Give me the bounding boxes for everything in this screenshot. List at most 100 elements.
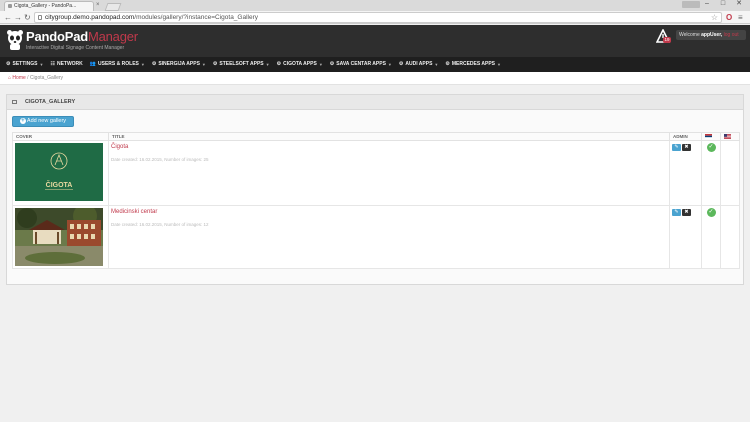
browser-tab[interactable]: Cigota_Gallery - PandoPa... xyxy=(4,1,94,11)
gallery-table: COVER TITLE ADMIN ČIGOTA Čigota Date cre… xyxy=(12,132,740,269)
breadcrumb-current: Cigota_Gallery xyxy=(29,75,64,81)
admin-cell: ✎ ✖ xyxy=(669,140,702,206)
delete-icon[interactable]: ✖ xyxy=(682,144,691,151)
browser-toolbar: ← → ↻ citygroup.demo.pandopad.com/module… xyxy=(0,11,750,24)
cigota-cover-image[interactable]: ČIGOTA xyxy=(15,143,103,201)
browser-menu-icon[interactable]: ≡ xyxy=(738,13,743,22)
nav-steelsoft-apps[interactable]: ⚙ STEELSOFT APPS ▼ xyxy=(213,57,270,72)
chevron-down-icon: ▼ xyxy=(265,62,270,67)
serbian-flag-icon xyxy=(705,134,712,140)
chevron-down-icon: ▼ xyxy=(434,62,439,67)
column-header-title: TITLE xyxy=(108,132,670,141)
welcome-label: Welcome xyxy=(679,32,702,38)
edit-icon[interactable]: ✎ xyxy=(672,144,681,151)
gallery-meta: Date created: 16.02.2015, Number of imag… xyxy=(111,157,209,162)
cover-cell xyxy=(12,205,109,269)
gallery-meta: Date created: 16.02.2015, Number of imag… xyxy=(111,222,209,227)
nav-cigota-apps[interactable]: ⚙ CIGOTA APPS ▼ xyxy=(277,57,323,72)
check-circle-icon[interactable]: ✓ xyxy=(706,143,716,152)
nav-users-roles[interactable]: 👥 USERS & ROLES ▼ xyxy=(90,57,145,72)
logo-subtitle: Interactive Digital Signage Content Mana… xyxy=(26,45,125,51)
gears-icon: ⚙ xyxy=(445,61,450,67)
medicinski-centar-cover-image[interactable] xyxy=(15,208,103,266)
edit-icon[interactable]: ✎ xyxy=(672,209,681,216)
pandopad-logo-icon[interactable] xyxy=(6,30,24,50)
cover-cell: ČIGOTA xyxy=(12,140,109,206)
gears-icon: ⚙ xyxy=(398,61,404,67)
forward-arrow-icon[interactable]: → xyxy=(14,13,22,22)
add-new-gallery-button[interactable]: + Add new gallery xyxy=(12,116,74,127)
nav-settings[interactable]: ⚙ SETTINGS ▼ xyxy=(6,57,43,72)
gears-icon: ⚙ xyxy=(329,61,335,67)
chevron-down-icon: ▼ xyxy=(387,62,392,67)
nav-sinergija-apps[interactable]: ⚙ SINERGIJA APPS ▼ xyxy=(152,57,206,72)
table-header-row: COVER TITLE ADMIN xyxy=(12,132,740,141)
username: appUser, xyxy=(701,32,723,38)
maximize-icon[interactable]: □ xyxy=(716,0,730,8)
cover-text: ČIGOTA xyxy=(46,180,73,189)
gears-icon: ⚙ xyxy=(276,61,282,67)
chevron-down-icon: ▼ xyxy=(497,62,501,67)
logout-link[interactable]: log out xyxy=(722,32,739,38)
gear-icon: ⚙ xyxy=(6,61,11,67)
back-arrow-icon[interactable]: ← xyxy=(4,13,12,22)
chevron-down-icon: ▼ xyxy=(318,62,323,67)
panel-header: CIGOTA_GALLERY xyxy=(7,95,743,110)
admin-cell: ✎ ✖ xyxy=(669,205,702,269)
close-window-icon[interactable]: ✕ xyxy=(732,0,746,8)
network-icon: ☷ xyxy=(50,61,55,67)
check-circle-icon[interactable]: ✓ xyxy=(706,208,716,217)
chevron-down-icon: ▼ xyxy=(39,62,44,67)
address-bar[interactable]: citygroup.demo.pandopad.com/modules/gall… xyxy=(34,12,722,23)
chevron-down-icon: ▼ xyxy=(201,62,206,67)
gallery-panel: CIGOTA_GALLERY + Add new gallery COVER TI… xyxy=(6,94,744,285)
delete-icon[interactable]: ✖ xyxy=(682,209,691,216)
gallery-title-link[interactable]: Medicinski centar xyxy=(111,209,667,215)
browser-tab-bar: Cigota_Gallery - PandoPa... × – □ ✕ xyxy=(0,0,750,11)
app-logo-text: PandoPadManager xyxy=(26,30,138,44)
page-info-icon[interactable] xyxy=(38,15,42,20)
plus-circle-icon: + xyxy=(19,118,26,124)
breadcrumb: ⌂ Home / Cigota_Gallery xyxy=(0,72,750,85)
window-controls: – □ ✕ xyxy=(700,0,746,8)
close-tab-icon[interactable]: × xyxy=(96,2,100,8)
browser-profile-button[interactable] xyxy=(682,1,700,8)
opera-extension-icon[interactable]: O xyxy=(726,13,732,22)
users-icon: 👥 xyxy=(89,61,97,67)
title-cell: Čigota Date created: 16.02.2015, Number … xyxy=(108,140,670,206)
bookmark-star-icon[interactable]: ☆ xyxy=(711,13,718,22)
url-host: citygroup.demo.pandopad.com xyxy=(45,14,135,21)
notification-count-badge: 19 xyxy=(663,37,671,43)
table-row: Medicinski centar Date created: 16.02.20… xyxy=(12,205,740,269)
add-new-gallery-label: Add new gallery xyxy=(26,118,67,124)
welcome-box: Welcome appUser, log out xyxy=(676,30,746,40)
minimize-icon[interactable]: – xyxy=(700,0,714,8)
nav-network[interactable]: ☷ NETWORK xyxy=(50,57,82,72)
serbian-status-cell: ✓ xyxy=(701,205,721,269)
column-header-cover: COVER xyxy=(12,132,109,141)
reload-icon[interactable]: ↻ xyxy=(24,13,31,22)
page-favicon-icon xyxy=(8,4,12,8)
serbian-status-cell: ✓ xyxy=(701,140,721,206)
english-status-cell xyxy=(720,205,740,269)
gears-icon: ⚙ xyxy=(212,61,218,67)
logo-main: PandoPad xyxy=(26,29,88,44)
nav-sava-centar-apps[interactable]: ⚙ SAVA CENTAR APPS ▼ xyxy=(330,57,392,72)
column-header-admin: ADMIN xyxy=(669,132,702,141)
column-header-english-flag xyxy=(720,132,740,141)
browser-tab-title: Cigota_Gallery - PandoPa... xyxy=(14,3,77,9)
main-navigation: ⚙ SETTINGS ▼ ☷ NETWORK 👥 USERS & ROLES ▼ ⚙ SIN… xyxy=(0,57,750,72)
column-header-serbian-flag xyxy=(701,132,721,141)
url-path: /modules/gallery/?instance=Cigota_Galler… xyxy=(134,14,259,21)
nav-mercedes-apps[interactable]: ⚙ MERCEDES APPS ▼ xyxy=(445,57,501,72)
gallery-title-link[interactable]: Čigota xyxy=(111,144,667,150)
chevron-down-icon: ▼ xyxy=(140,62,145,67)
panel-icon xyxy=(12,100,17,104)
panel-title: CIGOTA_GALLERY xyxy=(25,99,76,105)
app-header: PandoPadManager Interactive Digital Sign… xyxy=(0,25,750,57)
new-tab-button[interactable] xyxy=(104,3,122,11)
nav-audi-apps[interactable]: ⚙ AUDI APPS ▼ xyxy=(399,57,439,72)
breadcrumb-home[interactable]: Home xyxy=(12,75,25,81)
logo-accent: Manager xyxy=(87,29,138,44)
table-row: ČIGOTA Čigota Date created: 16.02.2015, … xyxy=(12,140,740,206)
